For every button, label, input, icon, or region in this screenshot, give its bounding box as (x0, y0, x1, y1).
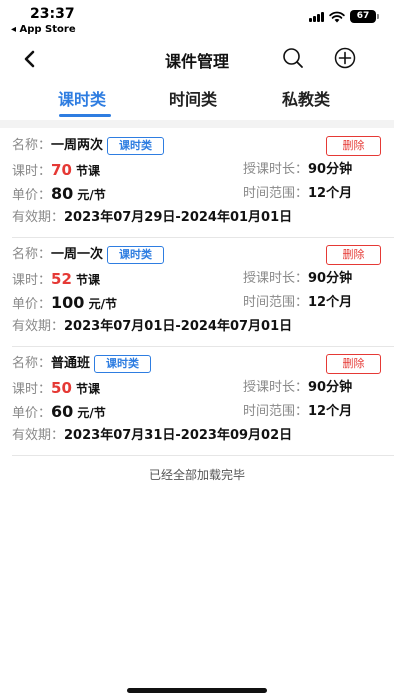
tab-lesson-based[interactable]: 课时类 (58, 86, 106, 110)
lessons-row: 课时：50 节课 (12, 379, 100, 397)
home-indicator (127, 688, 267, 693)
wifi-icon (329, 11, 345, 22)
validity-row: 有效期：2023年07月31日-2023年09月02日 (12, 427, 292, 445)
duration-row: 授课时长：90分钟 (243, 161, 352, 179)
signal-icon (309, 11, 324, 22)
price-label: 单价： (12, 188, 52, 203)
nav-bar: 课件管理 (0, 40, 394, 76)
delete-button[interactable]: 删除 (326, 245, 381, 265)
delete-button[interactable]: 删除 (326, 136, 381, 156)
price-row: 单价：100 元/节 (12, 293, 117, 313)
lessons-row: 课时：70 节课 (12, 161, 100, 179)
range-row: 时间范围：12个月 (243, 185, 352, 203)
course-card[interactable]: 名称：一周一次 课时类 删除 课时：52 节课 授课时长：90分钟 单价：100 … (0, 245, 394, 353)
range-label: 时间范围： (243, 186, 309, 201)
delete-button[interactable]: 删除 (326, 354, 381, 374)
price-value: 80 (51, 184, 74, 203)
validity-label: 有效期： (12, 210, 65, 225)
tab-time-based[interactable]: 时间类 (169, 86, 217, 110)
range-row: 时间范围：12个月 (243, 294, 352, 312)
duration-row: 授课时长：90分钟 (243, 379, 352, 397)
tabs-divider (0, 120, 394, 128)
course-name: 普通班 (51, 356, 91, 371)
range-value: 12个月 (308, 186, 353, 201)
tab-private-lessons[interactable]: 私教类 (282, 86, 330, 110)
range-row: 时间范围：12个月 (243, 403, 352, 421)
validity-row: 有效期：2023年07月29日-2024年01月01日 (12, 209, 292, 227)
price-unit: 元/节 (77, 406, 106, 420)
validity-row: 有效期：2023年07月01日-2024年07月01日 (12, 318, 292, 336)
battery-icon: 67 (350, 10, 379, 23)
search-icon[interactable] (281, 46, 305, 70)
lessons-count: 50 (51, 379, 72, 397)
price-label: 单价： (12, 297, 52, 312)
lessons-row: 课时：52 节课 (12, 270, 100, 288)
validity-label: 有效期： (12, 319, 65, 334)
price-row: 单价：80 元/节 (12, 184, 106, 204)
course-name-row: 名称：普通班 课时类 (12, 355, 152, 373)
lessons-label: 课时： (12, 382, 52, 397)
active-tab-indicator (59, 114, 111, 117)
lessons-unit: 节课 (76, 273, 101, 287)
card-divider (12, 346, 394, 347)
course-name-row: 名称：一周两次 课时类 (12, 137, 165, 155)
duration-label: 授课时长： (243, 380, 309, 395)
course-card[interactable]: 名称：一周两次 课时类 删除 课时：70 节课 授课时长：90分钟 单价：80 元… (0, 136, 394, 244)
duration-value: 90分钟 (308, 380, 353, 395)
lessons-label: 课时： (12, 273, 52, 288)
duration-value: 90分钟 (308, 271, 353, 286)
name-label: 名称： (12, 356, 52, 371)
course-name: 一周一次 (51, 247, 104, 262)
validity-value: 2023年07月29日-2024年01月01日 (64, 210, 293, 225)
duration-label: 授课时长： (243, 271, 309, 286)
course-name-row: 名称：一周一次 课时类 (12, 246, 165, 264)
lessons-label: 课时： (12, 164, 52, 179)
range-label: 时间范围： (243, 404, 309, 419)
duration-value: 90分钟 (308, 162, 353, 177)
price-unit: 元/节 (77, 188, 106, 202)
course-type-badge: 课时类 (107, 246, 165, 264)
lessons-unit: 节课 (76, 164, 101, 178)
name-label: 名称： (12, 247, 52, 262)
status-time: 23:37 (30, 6, 75, 22)
lessons-unit: 节课 (76, 382, 101, 396)
course-type-badge: 课时类 (107, 137, 165, 155)
lessons-count: 52 (51, 270, 72, 288)
status-icons: 67 (309, 10, 379, 23)
name-label: 名称： (12, 138, 52, 153)
course-management-screen: 23:37 ◂ App Store 67 课件管理 课时类 时间类 私教类 名称… (0, 0, 394, 700)
validity-label: 有效期： (12, 428, 65, 443)
category-tabs: 课时类 时间类 私教类 (0, 80, 394, 118)
card-divider (12, 455, 394, 456)
validity-value: 2023年07月31日-2023年09月02日 (64, 428, 293, 443)
range-value: 12个月 (308, 295, 353, 310)
course-name: 一周两次 (51, 138, 104, 153)
validity-value: 2023年07月01日-2024年07月01日 (64, 319, 293, 334)
price-value: 100 (51, 293, 85, 312)
range-label: 时间范围： (243, 295, 309, 310)
back-to-app-store-link[interactable]: ◂ App Store (11, 24, 76, 35)
duration-row: 授课时长：90分钟 (243, 270, 352, 288)
price-value: 60 (51, 402, 74, 421)
range-value: 12个月 (308, 404, 353, 419)
price-row: 单价：60 元/节 (12, 402, 106, 422)
status-bar: 23:37 ◂ App Store 67 (0, 0, 394, 40)
card-divider (12, 237, 394, 238)
price-label: 单价： (12, 406, 52, 421)
end-of-list-text: 已经全部加载完毕 (148, 468, 245, 482)
course-card[interactable]: 名称：普通班 课时类 删除 课时：50 节课 授课时长：90分钟 单价：60 元/… (0, 354, 394, 462)
course-type-badge: 课时类 (94, 355, 152, 373)
plus-circle-icon[interactable] (333, 46, 357, 70)
price-unit: 元/节 (88, 297, 117, 311)
lessons-count: 70 (51, 161, 72, 179)
duration-label: 授课时长： (243, 162, 309, 177)
